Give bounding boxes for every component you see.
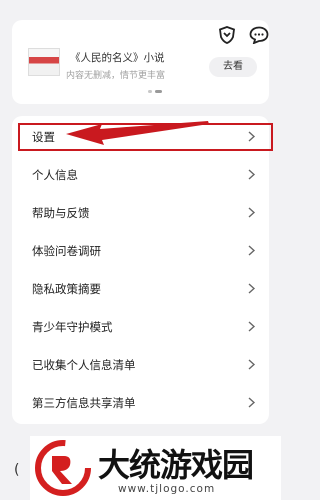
site-logo-icon (35, 440, 91, 496)
watermark-url: www.tjlogo.com (118, 483, 216, 495)
bottom-text-fragment: ( (14, 462, 20, 478)
watermark-title: 大统游戏园 (98, 446, 254, 484)
annotation-arrow (66, 121, 209, 145)
watermark-banner: 大统游戏园 www.tjlogo.com (30, 436, 281, 500)
